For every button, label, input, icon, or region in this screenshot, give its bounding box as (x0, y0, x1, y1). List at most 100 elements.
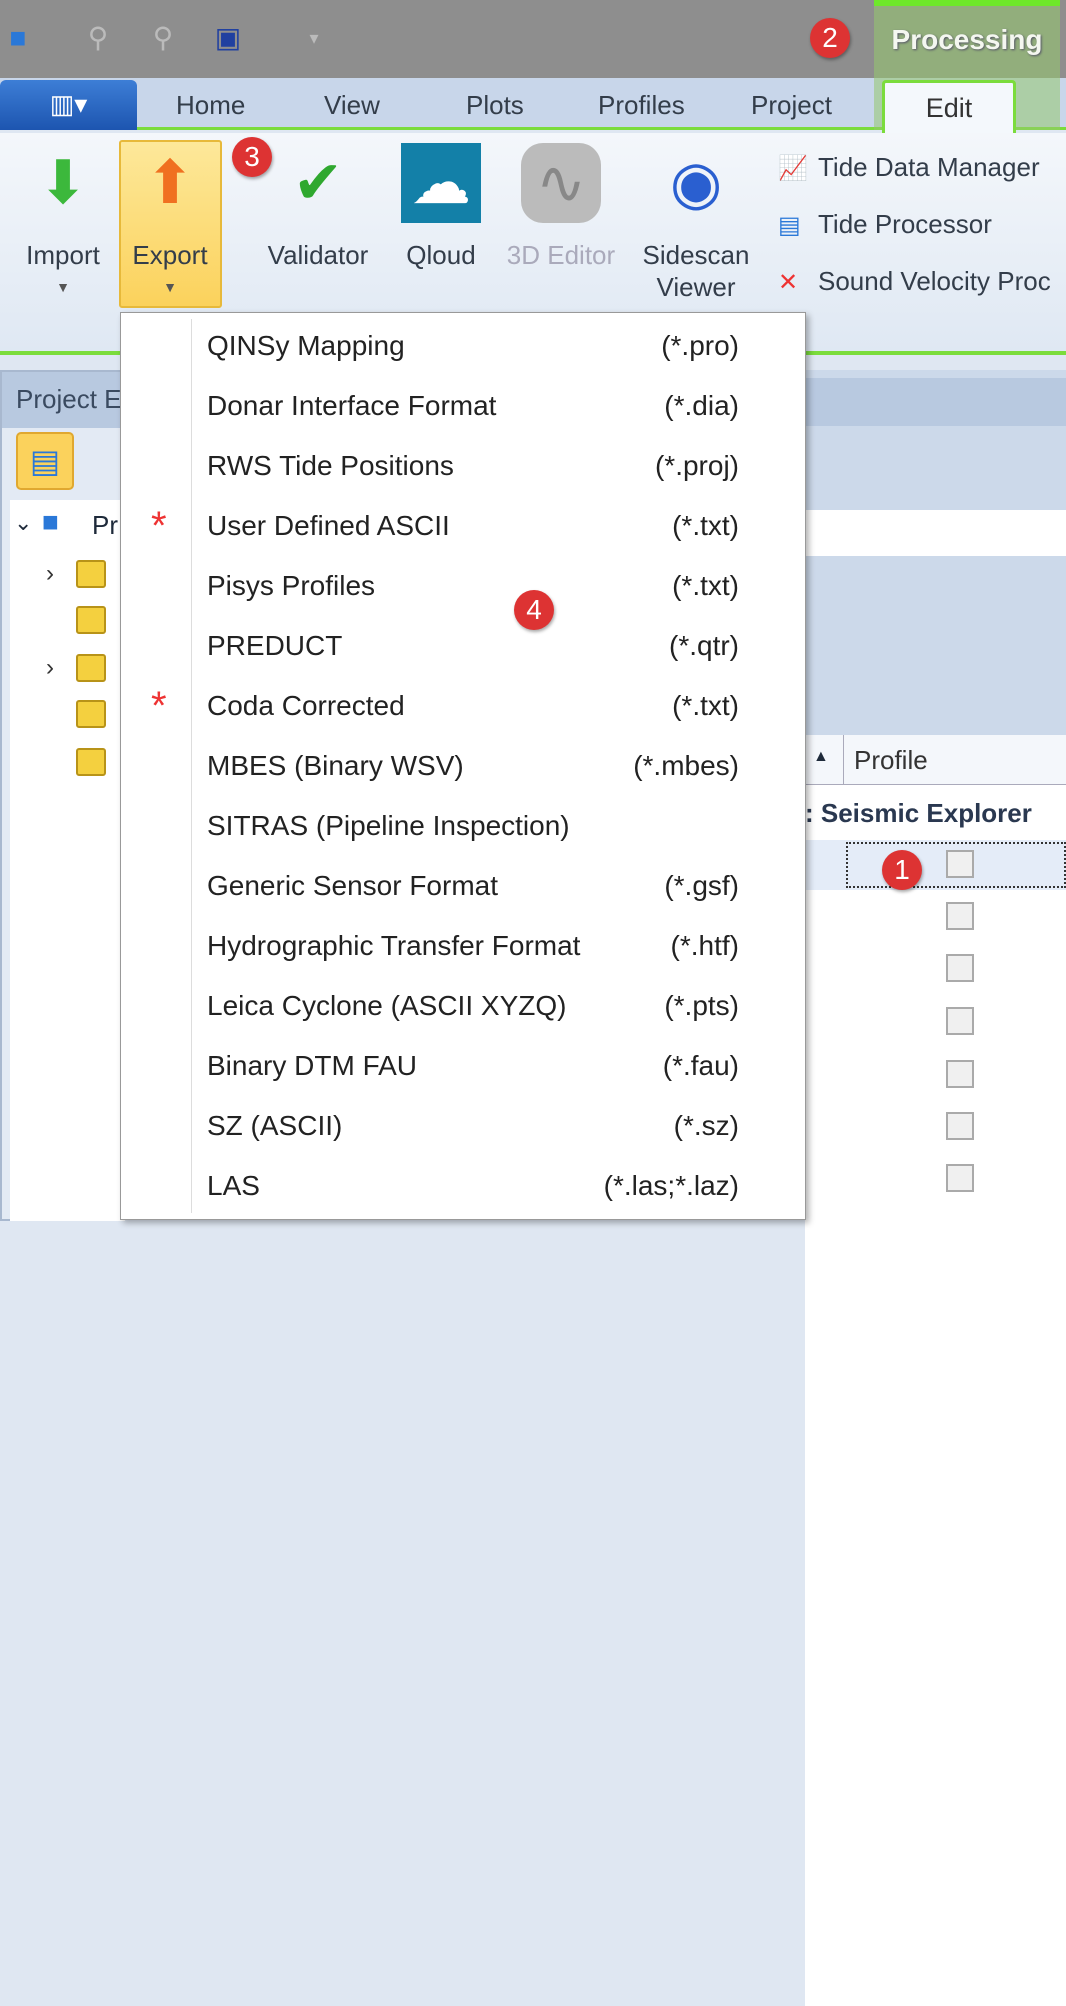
profile-checkbox[interactable] (946, 850, 974, 878)
folder-icon (76, 748, 106, 776)
zoom-out-icon[interactable]: ⚲ (80, 20, 116, 56)
sound-velocity-button[interactable]: ✕ Sound Velocity Proc (778, 266, 1051, 297)
menu-item-extension: (*.mbes) (633, 750, 739, 781)
3d-editor-button[interactable]: ∿ 3D Editor (505, 143, 617, 271)
asterisk-icon: * (151, 684, 167, 728)
profile-checkbox[interactable] (946, 1112, 974, 1140)
project-root-label[interactable]: Pr (92, 510, 118, 541)
tab-edit[interactable]: Edit (882, 80, 1016, 133)
cloud-icon: ☁ (401, 143, 481, 223)
menu-item[interactable]: Binary DTM FAU (*.fau) (121, 1036, 805, 1096)
badge-3: 3 (232, 137, 272, 177)
checkmark-icon: ✔ (292, 149, 344, 216)
menu-item-label: PREDUCT (207, 630, 343, 661)
profile-checkbox[interactable] (946, 1007, 974, 1035)
sidescan-viewer-button[interactable]: ◉ Sidescan Viewer (640, 143, 752, 303)
export-icon: ⬆ (144, 149, 196, 216)
menu-item[interactable]: Donar Interface Format (*.dia) (121, 376, 805, 436)
tide-processor-button[interactable]: ▤ Tide Processor (778, 209, 992, 240)
panel-strip (805, 510, 1066, 556)
menu-item-extension: (*.gsf) (664, 870, 739, 901)
menu-item[interactable]: RWS Tide Positions (*.proj) (121, 436, 805, 496)
tide-data-manager-button[interactable]: 📈 Tide Data Manager (778, 152, 1040, 183)
menu-item-label: Coda Corrected (207, 690, 405, 721)
menu-item-extension: (*.fau) (662, 1050, 739, 1081)
menu-item-extension: (*.sz) (673, 1110, 739, 1141)
export-button[interactable]: ⬆ Export ▼ (125, 143, 215, 303)
menu-item[interactable]: Generic Sensor Format (*.gsf) (121, 856, 805, 916)
menu-item-extension: (*.htf) (670, 930, 739, 961)
menu-item-label: Generic Sensor Format (207, 870, 498, 901)
profile-checkbox[interactable] (946, 1060, 974, 1088)
menu-item-label: Binary DTM FAU (207, 1050, 418, 1081)
menu-item[interactable]: * Coda Corrected (*.txt) (121, 676, 805, 736)
zoom-extent-icon[interactable]: ▣ (210, 20, 246, 56)
folder-icon (76, 654, 106, 682)
menu-item[interactable]: LAS (*.las;*.laz) (121, 1156, 805, 1216)
menu-item[interactable]: SZ (ASCII) (*.sz) (121, 1096, 805, 1156)
badge-2: 2 (810, 18, 850, 58)
panel-header (805, 378, 1066, 426)
menu-item-label: Hydrographic Transfer Format (207, 930, 581, 961)
tab-profiles[interactable]: Profiles (598, 90, 685, 121)
menu-item-label: User Defined ASCII (207, 510, 450, 541)
sort-ascending-icon[interactable]: ▲ (813, 748, 829, 766)
folder-icon (76, 560, 106, 588)
menu-item-extension: (*.dia) (664, 390, 739, 421)
grid-body (805, 785, 1066, 2006)
customize-qat-icon[interactable]: ▾ (296, 20, 332, 56)
tide-processor-icon: ▤ (778, 212, 801, 239)
menu-item[interactable]: SITRAS (Pipeline Inspection) (121, 796, 805, 856)
export-dropdown-menu: QINSy Mapping (*.pro) Donar Interface Form… (120, 312, 806, 1220)
tab-project[interactable]: Project (751, 90, 832, 121)
folder-icon (76, 700, 106, 728)
chevron-down-icon[interactable]: ⌄ (14, 510, 32, 536)
menu-item-extension: (*.txt) (672, 570, 739, 601)
explorer-view-button[interactable]: ▤ (16, 432, 74, 490)
application-menu-button[interactable]: ▥▾ (0, 80, 137, 130)
menu-item-label: LAS (207, 1170, 260, 1201)
tab-home[interactable]: Home (176, 90, 245, 121)
menu-item-extension: (*.txt) (672, 690, 739, 721)
export-label: Export (132, 240, 208, 270)
menu-item[interactable]: Pisys Profiles (*.txt) (121, 556, 805, 616)
processing-label: Processing (891, 24, 1043, 55)
tide-data-manager-label: Tide Data Manager (818, 152, 1040, 182)
profile-column-header[interactable]: Profile (843, 735, 938, 785)
menu-item-extension: (*.pro) (661, 330, 739, 361)
menu-item[interactable]: Hydrographic Transfer Format (*.htf) (121, 916, 805, 976)
tab-view[interactable]: View (324, 90, 380, 121)
project-tree (10, 500, 125, 1221)
project-icon[interactable]: ■ (0, 20, 36, 56)
tab-plots[interactable]: Plots (466, 90, 524, 121)
badge-4: 4 (514, 590, 554, 630)
badge-1: 1 (882, 850, 922, 890)
menu-item[interactable]: QINSy Mapping (*.pro) (121, 316, 805, 376)
validator-button[interactable]: ✔ Validator (262, 143, 374, 271)
menu-item[interactable]: * User Defined ASCII (*.txt) (121, 496, 805, 556)
profile-checkbox[interactable] (946, 1164, 974, 1192)
sonar-icon: ◉ (669, 149, 723, 216)
chevron-right-icon[interactable]: › (46, 654, 54, 682)
menu-item[interactable]: MBES (Binary WSV) (*.mbes) (121, 736, 805, 796)
qloud-label: Qloud (406, 240, 476, 270)
profile-checkbox[interactable] (946, 954, 974, 982)
zoom-in-icon[interactable]: ⚲ (145, 20, 181, 56)
menu-item-extension: (*.proj) (654, 450, 739, 481)
import-label: Import (26, 240, 100, 270)
import-button[interactable]: ⬇ Import ▼ (18, 143, 108, 303)
chevron-down-icon: ▼ (56, 279, 70, 295)
menu-item[interactable]: PREDUCT (*.qtr) (121, 616, 805, 676)
project-explorer-title: Project E (2, 372, 125, 428)
chart-icon: 📈 (778, 155, 808, 182)
menu-item-label: Donar Interface Format (207, 390, 497, 421)
menu-item-label: RWS Tide Positions (207, 450, 454, 481)
profile-checkbox[interactable] (946, 902, 974, 930)
menu-item-extension: (*.txt) (672, 510, 739, 541)
chevron-right-icon[interactable]: › (46, 560, 54, 588)
import-icon: ⬇ (37, 149, 89, 216)
menu-item[interactable]: Leica Cyclone (ASCII XYZQ) (*.pts) (121, 976, 805, 1036)
qloud-button[interactable]: ☁ Qloud (396, 143, 486, 271)
asterisk-icon: * (151, 504, 167, 548)
project-icon: ■ (42, 506, 59, 537)
